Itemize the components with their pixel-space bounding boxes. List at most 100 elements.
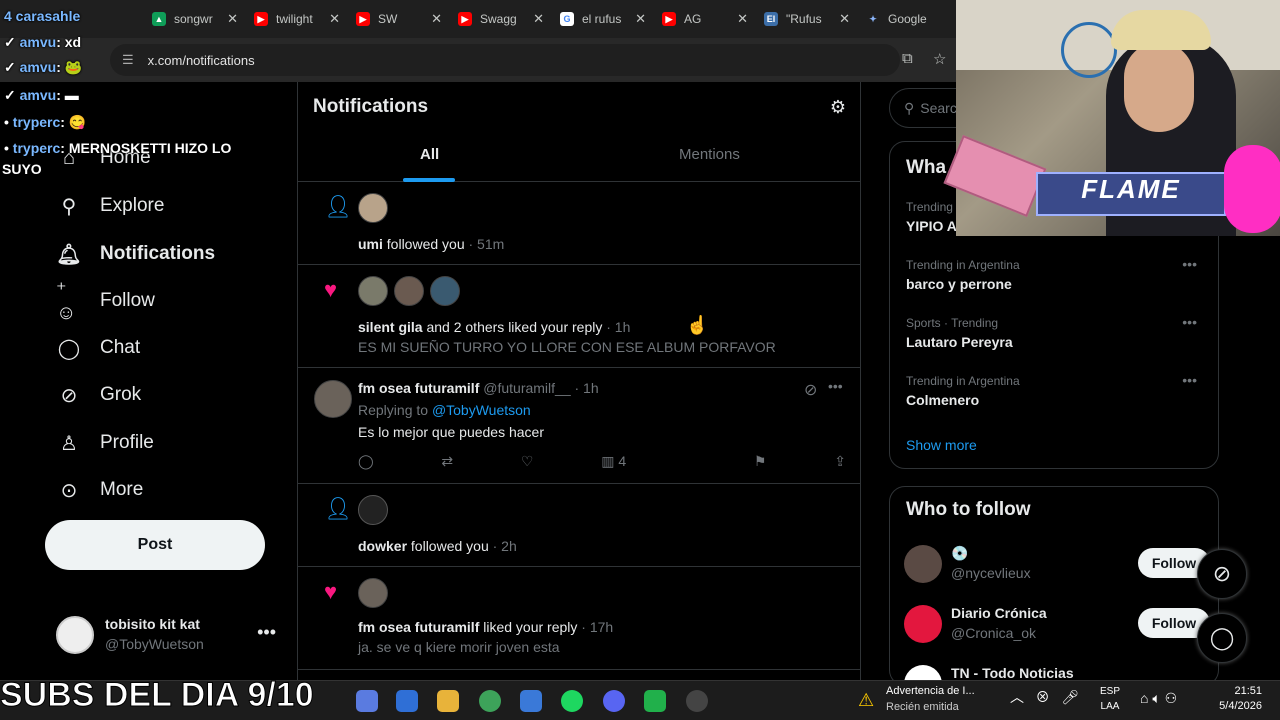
quoted-reply: ja. se ve q kiere morir joven esta xyxy=(358,639,560,655)
notification-item[interactable]: ♥ silent gila and 2 others liked your re… xyxy=(298,265,860,368)
nav-notifications[interactable]: 🔔︎ Notifications xyxy=(56,241,215,267)
reply-icon[interactable]: ◯ xyxy=(358,453,374,470)
avatar[interactable] xyxy=(358,578,388,608)
views-button[interactable]: ▥ 4 xyxy=(601,453,626,470)
browser-tab[interactable]: Gel rufus ✕ xyxy=(552,4,654,34)
mention-link[interactable]: @TobyWuetson xyxy=(432,402,531,418)
heart-icon: ♥ xyxy=(324,579,338,604)
folder-icon[interactable] xyxy=(437,690,459,712)
wifi-volume-battery-icons[interactable]: ⌂ 🔈︎ ⚇ xyxy=(1140,690,1177,707)
account-switcher[interactable]: tobisito kit kat @TobyWuetson ••• xyxy=(56,614,286,656)
share-icon[interactable]: ⇪ xyxy=(834,453,846,470)
bookmark-icon[interactable]: ⚑ xyxy=(754,453,767,470)
user-name[interactable]: silent gila xyxy=(358,319,423,335)
browser-tab[interactable]: ▶ SW ✕ xyxy=(348,4,450,34)
store-icon[interactable] xyxy=(520,690,542,712)
like-icon[interactable]: ♡ xyxy=(521,453,534,470)
trend-item[interactable]: Trending in Argentina Colmenero ••• xyxy=(906,372,1206,408)
chat-line: 4 carasahle xyxy=(4,8,81,24)
follow-suggestion[interactable]: 💿 @nycevlieux Follow xyxy=(904,543,1214,587)
browser-tab[interactable]: ▲ songwr ✕ xyxy=(144,4,246,34)
nav-chat[interactable]: ◯ Chat xyxy=(56,335,140,361)
page-title: Notifications xyxy=(313,96,429,117)
more-dots-icon[interactable]: ••• xyxy=(257,622,276,643)
clock[interactable]: 21:51 5/4/2026 xyxy=(1210,684,1262,714)
nav-follow[interactable]: ⁺☺ Follow xyxy=(56,279,155,324)
obs-icon[interactable] xyxy=(686,690,708,712)
repost-icon[interactable]: ⇄ xyxy=(441,453,453,470)
post-button[interactable]: Post xyxy=(45,520,265,570)
notification-toast[interactable]: ⚠ Advertencia de I... Recién emitida xyxy=(858,684,988,716)
avatar[interactable] xyxy=(394,276,424,306)
follow-suggestion[interactable]: Diario Crónica @Cronica_ok Follow xyxy=(904,603,1214,647)
person-icon: ♙ xyxy=(60,432,78,455)
browser-tab[interactable]: El "Rufus ✕ xyxy=(756,4,858,34)
kick-icon[interactable] xyxy=(644,690,666,712)
tab-mentions[interactable]: Mentions xyxy=(679,146,740,163)
tab-all[interactable]: All xyxy=(420,146,439,163)
bookmark-star-icon[interactable]: ☆ xyxy=(933,50,946,68)
avatar[interactable] xyxy=(314,380,352,418)
spotify-icon[interactable] xyxy=(561,690,583,712)
browser-tab[interactable]: ✦ Google xyxy=(858,4,960,34)
show-more-link[interactable]: Show more xyxy=(906,437,977,453)
avatar[interactable] xyxy=(430,276,460,306)
user-name[interactable]: fm osea futuramilf xyxy=(358,380,479,396)
chevron-up-icon[interactable]: ︿ xyxy=(1010,689,1024,705)
avatar xyxy=(904,545,942,583)
notification-item[interactable]: 👤︎ dowker followed you · 2h xyxy=(298,484,860,567)
close-icon[interactable]: ✕ xyxy=(737,11,748,27)
user-name[interactable]: dowker xyxy=(358,538,407,554)
discord-icon[interactable] xyxy=(603,690,625,712)
notifications-header: Notifications ⚙ All Mentions xyxy=(298,82,860,182)
gear-icon[interactable]: ⚙ xyxy=(830,97,846,118)
site-info-icon[interactable]: ☰ xyxy=(122,52,134,68)
user-name[interactable]: fm osea futuramilf xyxy=(358,619,479,635)
more-dots-icon[interactable]: ••• xyxy=(1182,372,1197,388)
trend-item[interactable]: Trending in Argentina barco y perrone ••• xyxy=(906,256,1206,292)
notification-item[interactable]: ♥ fm osea futuramilf liked your reply · … xyxy=(298,567,860,670)
more-dots-icon[interactable]: ••• xyxy=(1182,314,1197,330)
browser-tab[interactable]: ▶ twilight ✕ xyxy=(246,4,348,34)
avatar[interactable] xyxy=(358,193,388,223)
person-follow-icon: 👤︎ xyxy=(324,496,352,521)
browser-tab[interactable]: ▶ Swagg ✕ xyxy=(450,4,552,34)
messages-fab[interactable]: ◯ xyxy=(1197,613,1247,663)
avatar xyxy=(904,605,942,643)
nav-grok[interactable]: ⊘ Grok xyxy=(56,382,142,408)
language-indicator[interactable]: ESP LAA xyxy=(1100,684,1120,714)
add-person-icon: ⁺☺ xyxy=(56,279,77,324)
notifications-column: Notifications ⚙ All Mentions 👤︎ umi foll… xyxy=(297,82,861,685)
grok-icon[interactable]: ⊘ xyxy=(804,380,817,400)
nav-explore[interactable]: ⚲ Explore xyxy=(56,193,165,219)
grok-fab[interactable]: ⊘ xyxy=(1197,549,1247,599)
outlook-icon[interactable] xyxy=(396,690,418,712)
more-dots-icon[interactable]: ••• xyxy=(828,378,843,394)
grok-icon: ⊘ xyxy=(1212,561,1232,586)
chrome-icon[interactable] xyxy=(479,690,501,712)
system-tray[interactable]: ︿ ⊗ 🎤︎ xyxy=(1010,687,1079,707)
user-name[interactable]: umi xyxy=(358,236,383,252)
copilot-icon[interactable] xyxy=(356,690,378,712)
trend-item[interactable]: Sports · Trending Lautaro Pereyra ••• xyxy=(906,314,1206,350)
close-icon[interactable]: ✕ xyxy=(635,11,646,27)
reply-post[interactable]: fm osea futuramilf @futuramilf__ · 1h ⊘ … xyxy=(298,368,860,484)
close-icon[interactable]: ✕ xyxy=(227,11,238,27)
close-icon[interactable]: ✕ xyxy=(431,11,442,27)
post-text: Es lo mejor que puedes hacer xyxy=(358,424,544,440)
nav-more[interactable]: ⊙ More xyxy=(56,477,144,503)
network-icon[interactable]: ⊗ xyxy=(1036,689,1050,705)
close-icon[interactable]: ✕ xyxy=(329,11,340,27)
close-icon[interactable]: ✕ xyxy=(839,11,850,27)
more-dots-icon[interactable]: ••• xyxy=(1182,256,1197,272)
browser-tab[interactable]: ▶ AG ✕ xyxy=(654,4,756,34)
nav-profile[interactable]: ♙ Profile xyxy=(56,430,154,456)
notification-item[interactable]: 👤︎ umi followed you · 51m xyxy=(298,182,860,265)
close-icon[interactable]: ✕ xyxy=(533,11,544,27)
avatar[interactable] xyxy=(358,276,388,306)
address-bar[interactable]: ☰ x.com/notifications xyxy=(110,44,900,76)
avatar[interactable] xyxy=(358,495,388,525)
brand-logo: FLAME xyxy=(1036,172,1226,216)
install-icon[interactable]: ⧉ xyxy=(902,50,913,67)
mic-icon[interactable]: 🎤︎ xyxy=(1061,689,1079,705)
